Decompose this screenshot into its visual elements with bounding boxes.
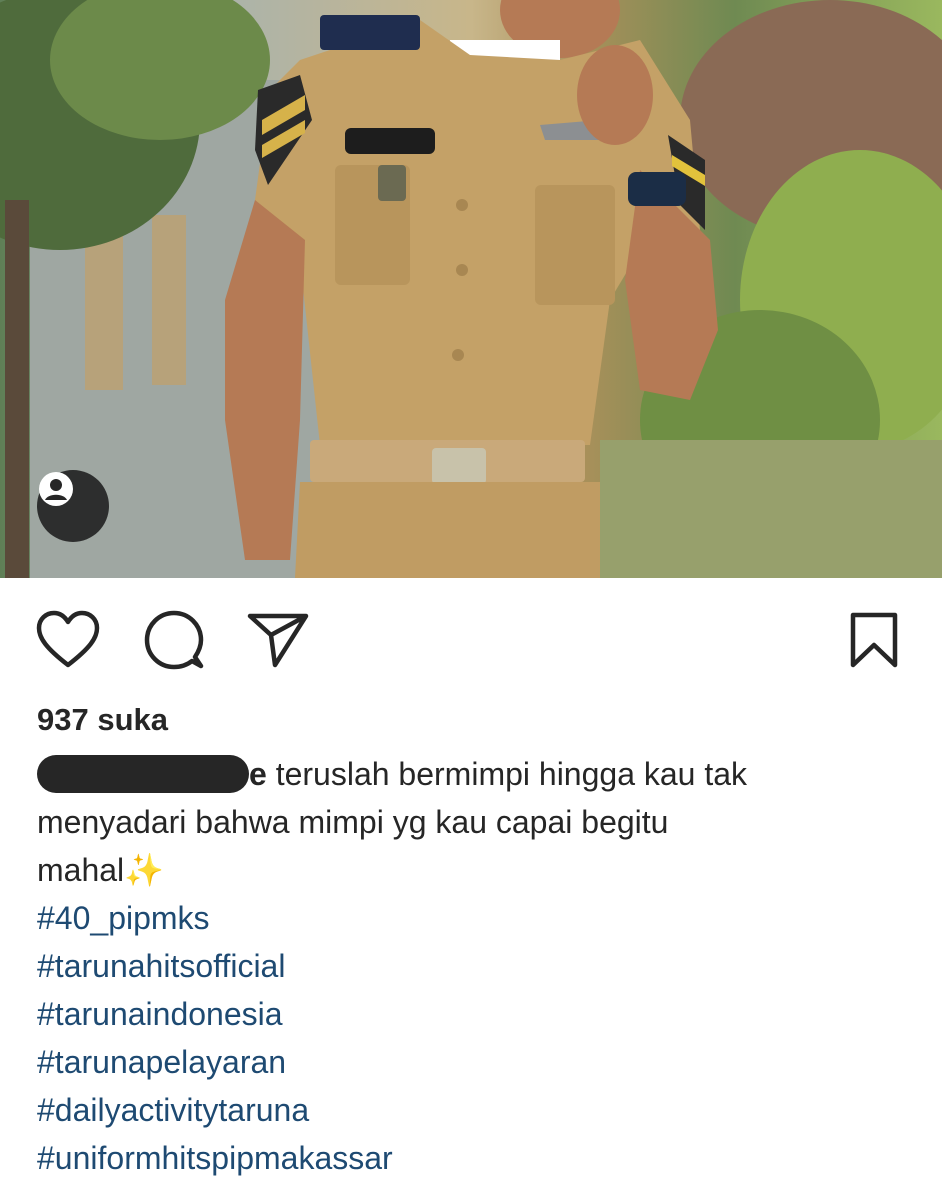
caption-username[interactable]: e (37, 755, 267, 793)
send-icon (247, 613, 309, 668)
heart-icon (36, 610, 100, 668)
post-action-bar (0, 578, 942, 693)
caption-text-line-2: menyadari bahwa mimpi yg kau capai begit… (37, 804, 669, 840)
save-button[interactable] (842, 608, 906, 672)
post-photo[interactable] (0, 0, 942, 578)
sparkles-icon: ✨ (124, 852, 164, 888)
tagged-users-button[interactable] (37, 470, 109, 542)
hashtag-link[interactable]: #uniformhitspipmakassar (37, 1134, 393, 1182)
comment-icon (144, 610, 204, 670)
caption-text-line-1: teruslah bermimpi hingga kau tak (266, 756, 748, 792)
comment-button[interactable] (142, 608, 206, 672)
post-caption: e teruslah bermimpi hingga kau tak menya… (37, 750, 917, 894)
hashtag-link[interactable]: #tarunapelayaran (37, 1038, 393, 1086)
like-count[interactable]: 937 suka (37, 700, 168, 740)
user-tag-icon (39, 472, 73, 506)
hashtag-list: #40_pipmks #tarunahitsofficial #tarunain… (37, 894, 393, 1182)
caption-text-line-3: mahal (37, 852, 125, 888)
hashtag-link[interactable]: #40_pipmks (37, 894, 393, 942)
redacted-username (37, 755, 249, 793)
hashtag-link[interactable]: #tarunaindonesia (37, 990, 393, 1038)
like-button[interactable] (36, 608, 100, 672)
bookmark-icon (850, 612, 898, 668)
share-button[interactable] (246, 608, 310, 672)
photo-illustration (0, 0, 942, 578)
hashtag-link[interactable]: #tarunahitsofficial (37, 942, 393, 990)
hashtag-link[interactable]: #dailyactivitytaruna (37, 1086, 393, 1134)
